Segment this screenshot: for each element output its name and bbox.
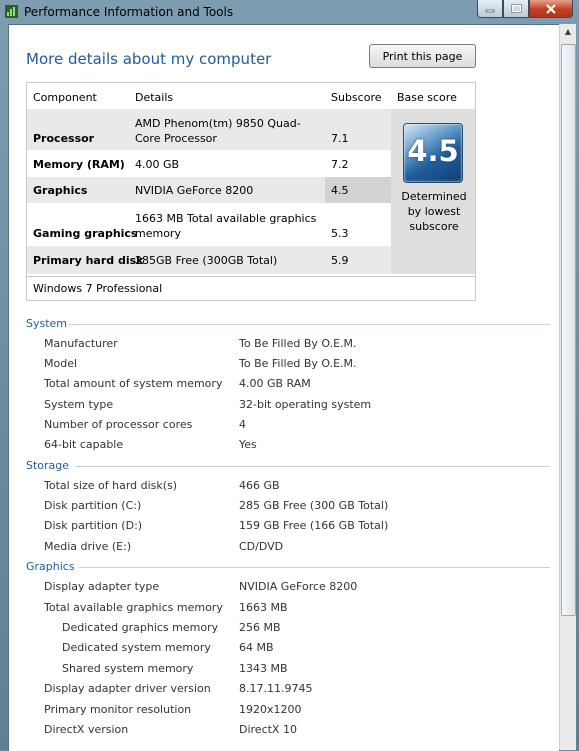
detail-value: To Be Filled By O.E.M. xyxy=(239,337,357,350)
component-name: Processor xyxy=(33,132,95,145)
column-header-details: Details xyxy=(135,91,174,104)
detail-value: 4 xyxy=(239,418,246,431)
component-name: Gaming graphics xyxy=(33,227,138,240)
component-details: AMD Phenom(tm) 9850 Quad-Core Processor xyxy=(135,117,301,145)
detail-value: Yes xyxy=(239,438,257,451)
detail-value: 8.17.11.9745 xyxy=(239,682,313,695)
component-name: Graphics xyxy=(33,184,88,197)
detail-label: System type xyxy=(44,398,114,411)
component-name: Primary hard disk xyxy=(33,254,144,267)
detail-value: To Be Filled By O.E.M. xyxy=(239,357,357,370)
component-details: 285GB Free (300GB Total) xyxy=(135,254,278,267)
detail-label: Primary monitor resolution xyxy=(44,703,192,716)
print-button[interactable]: Print this page xyxy=(369,44,476,68)
vertical-scrollbar[interactable]: ▲ xyxy=(559,24,576,750)
score-row-processor: Processor AMD Phenom(tm) 9850 Quad-Core … xyxy=(27,109,391,150)
detail-label: Disk partition (D:) xyxy=(44,519,143,532)
scroll-up-arrow-icon[interactable]: ▲ xyxy=(560,24,576,40)
component-name: Memory (RAM) xyxy=(33,158,125,171)
detail-label: DirectX version xyxy=(44,723,129,736)
window-title: Performance Information and Tools xyxy=(24,5,234,19)
detail-value: 64 MB xyxy=(239,641,274,654)
component-subscore: 5.9 xyxy=(331,254,349,267)
detail-label: Total size of hard disk(s) xyxy=(44,479,178,492)
component-details: 4.00 GB xyxy=(135,158,180,171)
section-header-graphics: Graphics xyxy=(26,560,75,573)
detail-value: DirectX 10 xyxy=(239,723,297,736)
component-subscore: 7.1 xyxy=(331,132,349,145)
section-divider xyxy=(75,466,550,467)
section-header-storage: Storage xyxy=(26,459,70,472)
detail-label: Manufacturer xyxy=(44,337,118,350)
detail-label: Shared system memory xyxy=(62,662,194,675)
detail-label: Number of processor cores xyxy=(44,418,193,431)
column-header-component: Component xyxy=(33,91,97,104)
detail-label: Media drive (E:) xyxy=(44,540,132,553)
os-edition: Windows 7 Professional xyxy=(33,282,163,295)
detail-value: 4.00 GB RAM xyxy=(239,377,311,390)
maximize-icon xyxy=(510,4,522,13)
detail-value: CD/DVD xyxy=(239,540,284,553)
content-area: More details about my computer Print thi… xyxy=(8,24,560,751)
close-icon xyxy=(546,3,556,14)
detail-label: 64-bit capable xyxy=(44,438,124,451)
section-divider xyxy=(79,567,550,568)
detail-value: 32-bit operating system xyxy=(239,398,372,411)
title-bar[interactable]: Performance Information and Tools xyxy=(0,0,579,24)
detail-value: 159 GB Free (166 GB Total) xyxy=(239,519,389,532)
section-header-system: System xyxy=(26,317,68,330)
base-score-badge: 4.5 xyxy=(403,123,463,183)
score-row-graphics: Graphics NVIDIA GeForce 8200 4.5 xyxy=(27,177,391,203)
section-divider xyxy=(69,324,550,325)
detail-label: Disk partition (C:) xyxy=(44,499,142,512)
detail-value: 285 GB Free (300 GB Total) xyxy=(239,499,389,512)
score-row-gaming-graphics: Gaming graphics 1663 MB Total available … xyxy=(27,203,391,246)
base-score-value: 4.5 xyxy=(407,134,459,168)
detail-value: 1920x1200 xyxy=(239,703,302,716)
detail-value: 466 GB xyxy=(239,479,280,492)
performance-app-icon xyxy=(5,5,18,18)
component-subscore: 4.5 xyxy=(331,184,349,197)
detail-label: Display adapter driver version xyxy=(44,682,211,695)
detail-label: Display adapter type xyxy=(44,580,160,593)
minimize-icon xyxy=(485,9,495,12)
detail-value: 1343 MB xyxy=(239,662,288,675)
column-header-subscore: Subscore xyxy=(331,91,382,104)
maximize-button[interactable] xyxy=(503,0,529,18)
detail-label: Model xyxy=(44,357,78,370)
column-header-base-score: Base score xyxy=(397,91,457,104)
component-subscore: 5.3 xyxy=(331,227,349,240)
component-details: NVIDIA GeForce 8200 xyxy=(135,184,254,197)
scrollbar-thumb[interactable] xyxy=(561,44,576,616)
score-table: Component Details Subscore Base score Pr… xyxy=(26,82,476,301)
detail-label: Dedicated system memory xyxy=(62,641,211,654)
detail-label: Total amount of system memory xyxy=(44,377,223,390)
base-score-panel: 4.5 Determined by lowest subscore xyxy=(391,109,475,274)
page-title: More details about my computer xyxy=(26,50,272,68)
detail-value: 256 MB xyxy=(239,621,281,634)
detail-label: Dedicated graphics memory xyxy=(62,621,219,634)
component-details: 1663 MB Total available graphics memory xyxy=(135,212,317,240)
detail-value: 1663 MB xyxy=(239,601,288,614)
score-row-memory: Memory (RAM) 4.00 GB 7.2 xyxy=(27,150,391,177)
divider xyxy=(27,276,475,277)
window: Performance Information and Tools More d… xyxy=(0,0,579,751)
detail-value: NVIDIA GeForce 8200 xyxy=(239,580,358,593)
detail-label: Total available graphics memory xyxy=(44,601,223,614)
close-button[interactable] xyxy=(529,0,573,18)
score-row-primary-hard-disk: Primary hard disk 285GB Free (300GB Tota… xyxy=(27,246,391,274)
minimize-button[interactable] xyxy=(477,0,503,18)
component-subscore: 7.2 xyxy=(331,158,349,171)
base-score-note: Determined by lowest subscore xyxy=(401,190,467,233)
